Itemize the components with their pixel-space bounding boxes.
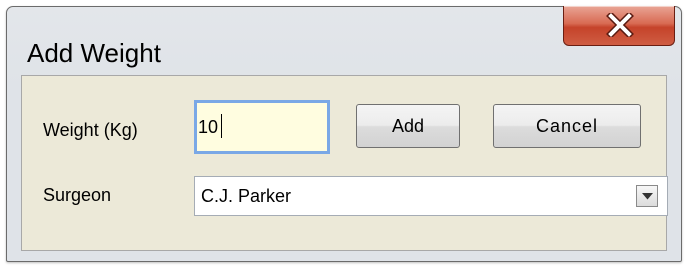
title-bar[interactable]: Add Weight xyxy=(7,6,681,75)
dialog-content: Weight (Kg) Add Cancel Surgeon C.J. Park… xyxy=(21,75,668,251)
close-x-icon xyxy=(606,13,634,37)
add-weight-dialog: Add Weight Weight (Kg) Add Cancel Surgeo… xyxy=(6,6,682,262)
weight-input[interactable] xyxy=(194,100,330,154)
weight-label: Weight (Kg) xyxy=(43,120,138,140)
chevron-down-icon xyxy=(642,193,653,200)
close-button[interactable] xyxy=(563,6,675,46)
surgeon-select[interactable]: C.J. Parker xyxy=(194,176,668,216)
cancel-button[interactable]: Cancel xyxy=(493,104,641,148)
surgeon-selected-value: C.J. Parker xyxy=(201,186,292,206)
text-caret xyxy=(221,114,222,138)
dialog-title: Add Weight xyxy=(27,38,161,68)
add-button[interactable]: Add xyxy=(356,104,460,148)
surgeon-label: Surgeon xyxy=(43,185,112,205)
dropdown-button[interactable] xyxy=(636,185,658,207)
